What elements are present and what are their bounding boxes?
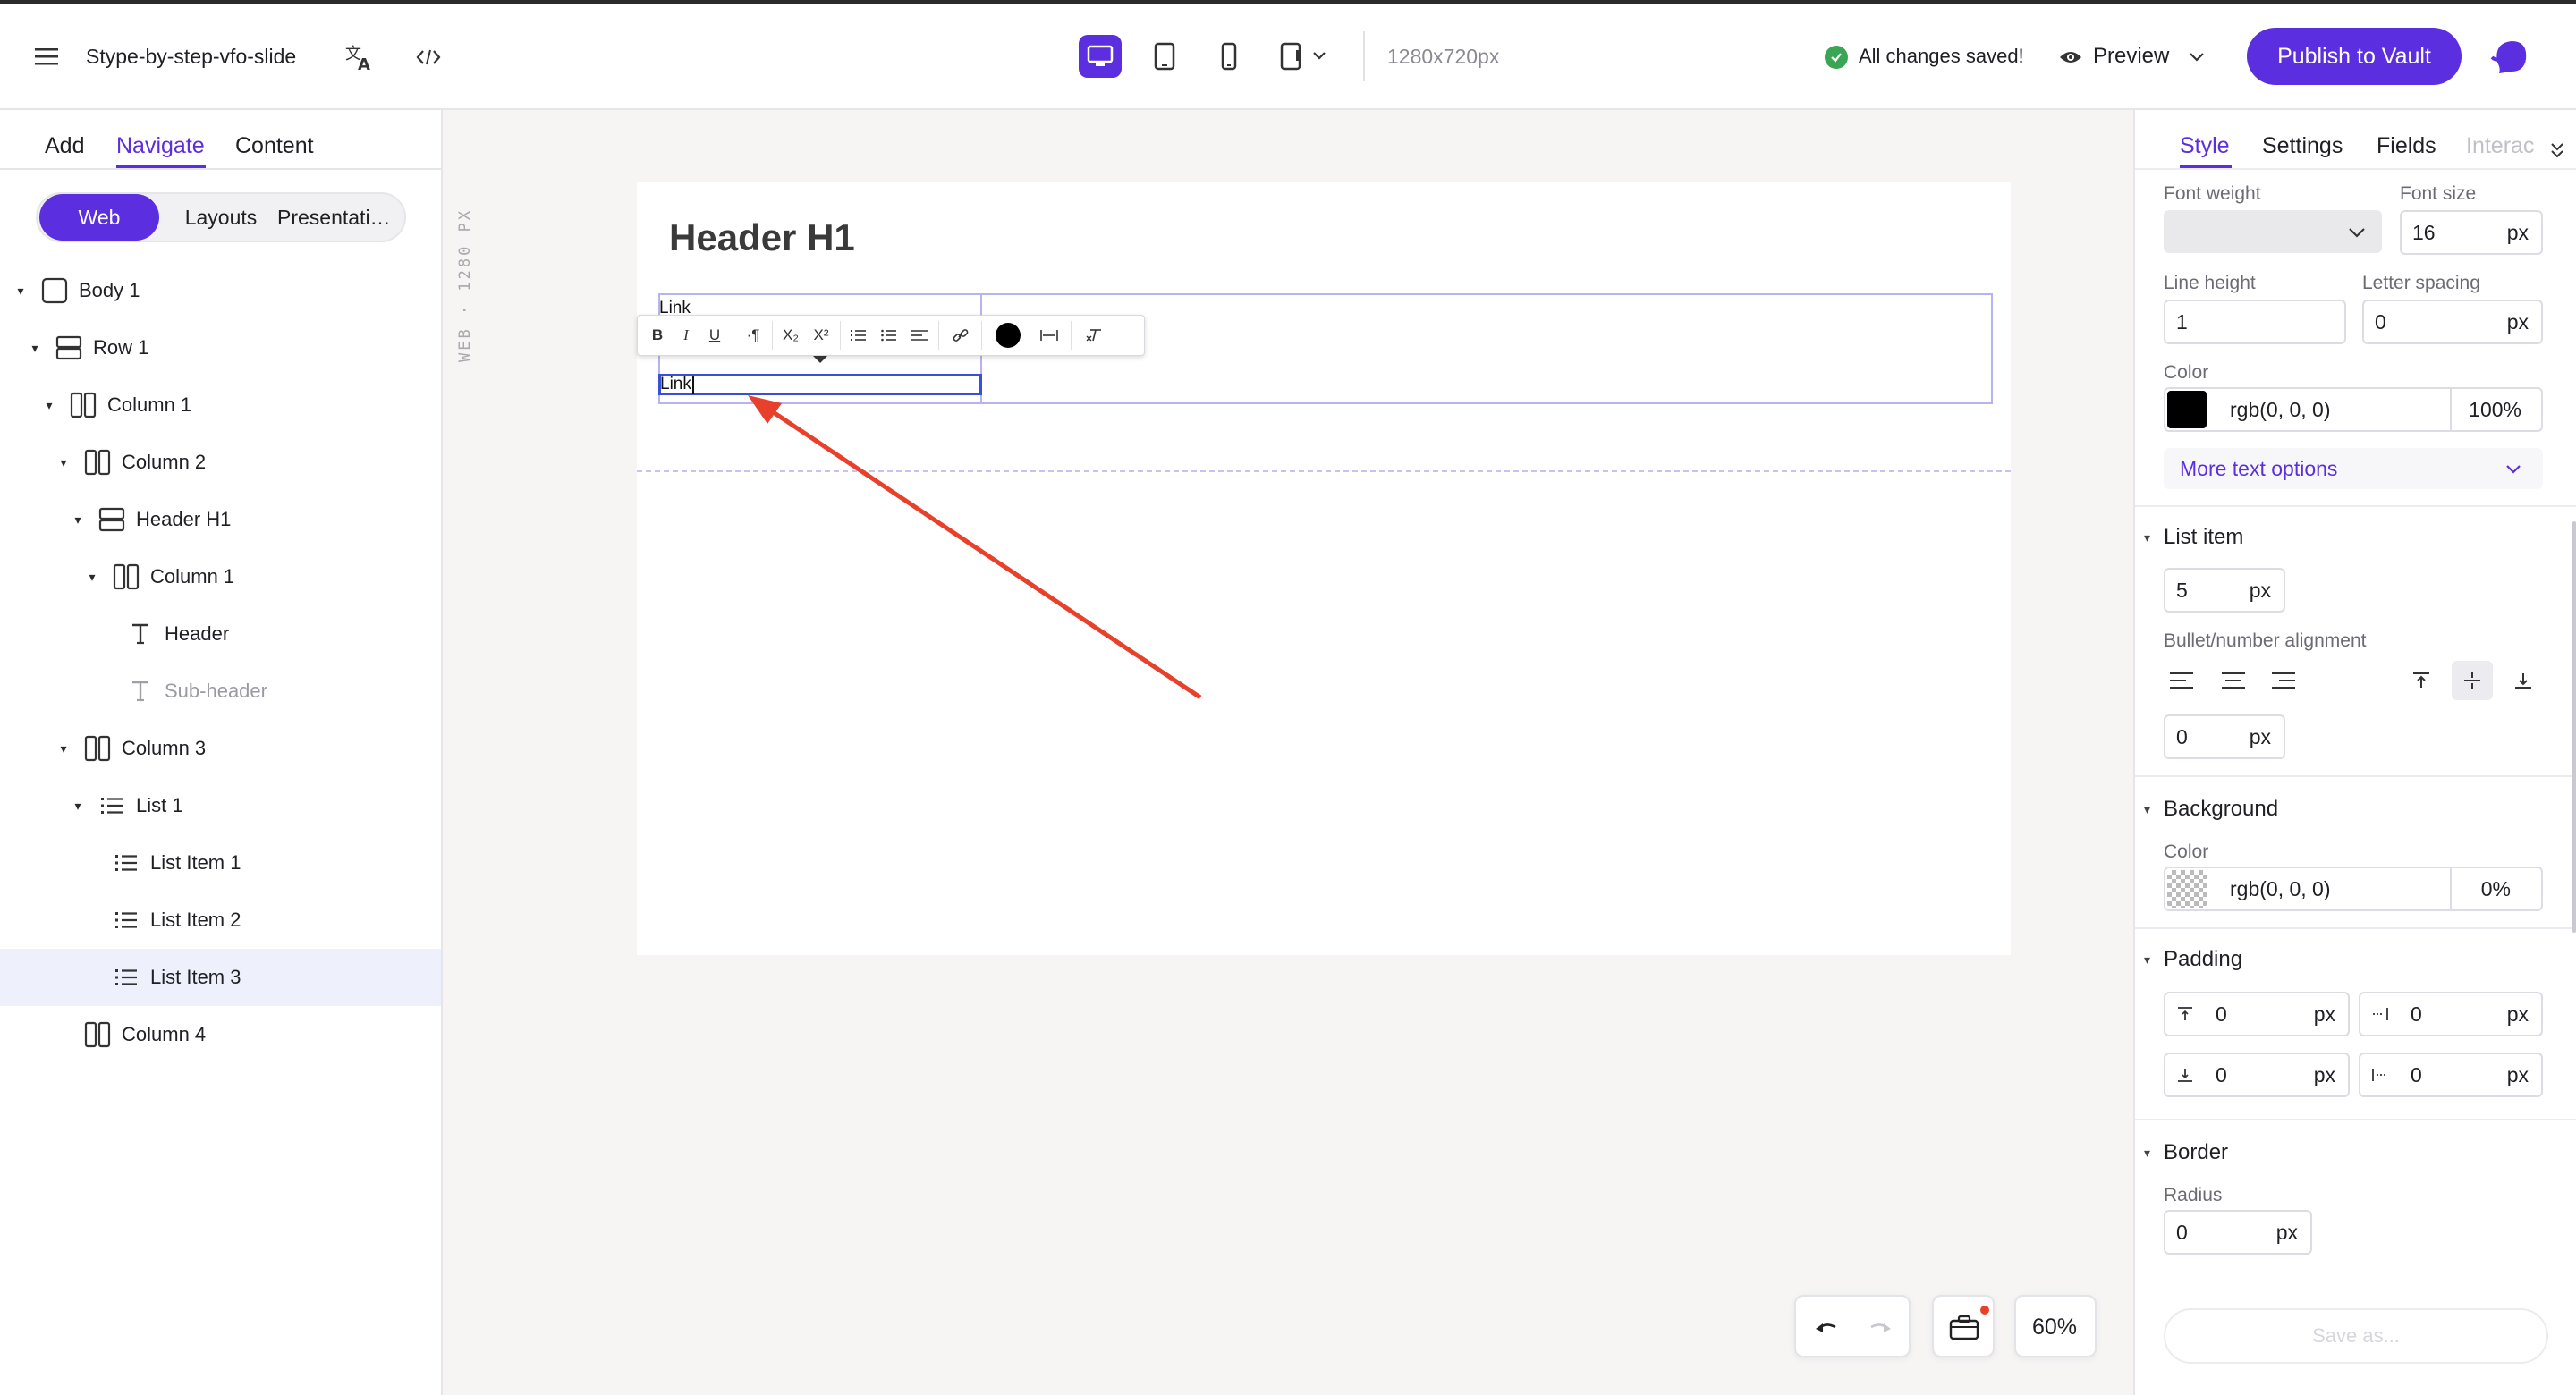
section-divider (2135, 775, 2576, 777)
unit-label: px (2506, 220, 2529, 244)
briefcase-icon[interactable] (1946, 1311, 1982, 1343)
caret-down-icon[interactable]: ▾ (2144, 952, 2150, 968)
align-right-icon[interactable] (2269, 666, 2298, 695)
font-size-value: 16 (2412, 220, 2436, 244)
line-height-input[interactable]: 1 (2164, 300, 2346, 344)
list-item-spacing-value: 5 (2176, 578, 2188, 602)
align-bottom-icon[interactable] (2509, 666, 2538, 695)
list-item-section-title[interactable]: List item (2164, 525, 2243, 550)
line-height-label: Line height (2164, 273, 2256, 293)
unit-label: px (2249, 724, 2271, 748)
unit-label: px (2506, 1062, 2529, 1086)
redo-icon[interactable] (1862, 1309, 1898, 1345)
section-divider (2135, 927, 2576, 929)
zoom-control[interactable]: 60% (2014, 1295, 2097, 1357)
padding-top-value: 0 (2216, 1002, 2227, 1026)
color-value[interactable]: rgb(0, 0, 0) (2230, 398, 2331, 422)
unit-label: px (2249, 578, 2271, 602)
field-divider (2450, 868, 2452, 909)
tab-fields[interactable]: Fields (2377, 133, 2436, 159)
field-divider (2450, 389, 2452, 430)
tab-interactions[interactable]: Interac (2466, 133, 2538, 159)
letter-spacing-label: Letter spacing (2362, 273, 2480, 293)
radius-label: Radius (2164, 1185, 2223, 1205)
padding-right-input[interactable]: 0 px (2359, 992, 2543, 1036)
notification-dot (1980, 1306, 1989, 1315)
padding-left-input[interactable]: 0 px (2359, 1053, 2543, 1097)
padding-bottom-input[interactable]: 0 px (2164, 1053, 2350, 1097)
chevron-down-icon (2349, 228, 2365, 238)
style-panel: Style Settings Fields Interac Font weigh… (2133, 110, 2576, 1395)
background-color-label: Color (2164, 841, 2209, 862)
letter-spacing-input[interactable]: 0 px (2362, 300, 2543, 344)
padding-bottom-value: 0 (2216, 1062, 2227, 1086)
zoom-level[interactable]: 60% (2032, 1315, 2077, 1340)
padding-top-icon (2178, 1007, 2192, 1020)
undo-icon[interactable] (1809, 1309, 1844, 1345)
double-chevron-down-icon[interactable] (2546, 137, 2568, 164)
background-color-value[interactable]: rgb(0, 0, 0) (2230, 877, 2331, 901)
unit-label: px (2313, 1002, 2335, 1026)
font-size-input[interactable]: 16 px (2400, 210, 2543, 255)
list-item-spacing-input[interactable]: 5 px (2164, 568, 2285, 613)
align-middle-icon[interactable] (2452, 661, 2493, 700)
unit-label: px (2275, 1220, 2298, 1244)
color-swatch[interactable] (2167, 391, 2207, 428)
unit-label: px (2313, 1062, 2335, 1086)
padding-left-icon (2372, 1069, 2387, 1081)
border-radius-value: 0 (2176, 1220, 2188, 1244)
font-size-label: Font size (2400, 183, 2477, 204)
padding-top-input[interactable]: 0 px (2164, 992, 2350, 1036)
padding-bottom-icon (2178, 1069, 2192, 1082)
font-weight-select[interactable] (2164, 210, 2382, 253)
line-height-value: 1 (2176, 309, 2188, 334)
padding-left-value: 0 (2411, 1062, 2422, 1086)
padding-right-value: 0 (2411, 1002, 2422, 1026)
save-as-label: Save as... (2312, 1324, 2400, 1347)
unit-label: px (2506, 1002, 2529, 1026)
panel-scrollbar[interactable] (2572, 521, 2576, 933)
text-color-field[interactable]: rgb(0, 0, 0) 100% (2164, 387, 2543, 432)
background-opacity[interactable]: 0% (2481, 877, 2511, 901)
section-divider (2135, 1119, 2576, 1120)
bullet-alignment-label: Bullet/number alignment (2164, 630, 2367, 651)
align-top-icon[interactable] (2407, 666, 2436, 695)
align-center-icon[interactable] (2219, 666, 2248, 695)
caret-down-icon[interactable]: ▾ (2144, 802, 2150, 817)
color-label: Color (2164, 362, 2209, 383)
font-weight-label: Font weight (2164, 183, 2261, 204)
border-section-title[interactable]: Border (2164, 1140, 2228, 1165)
assets-button[interactable] (1932, 1295, 1995, 1357)
background-section-title[interactable]: Background (2164, 797, 2278, 822)
letter-spacing-value: 0 (2375, 309, 2386, 334)
bullet-offset-value: 0 (2176, 724, 2188, 748)
chevron-down-icon (2506, 465, 2521, 474)
padding-section-title[interactable]: Padding (2164, 947, 2242, 972)
tab-style[interactable]: Style (2180, 133, 2230, 159)
section-divider (2135, 505, 2576, 507)
background-color-field[interactable]: rgb(0, 0, 0) 0% (2164, 867, 2543, 911)
transparent-swatch[interactable] (2167, 870, 2207, 908)
more-text-options-label: More text options (2180, 456, 2338, 480)
panel-divider (2135, 168, 2576, 170)
unit-label: px (2506, 309, 2529, 334)
caret-down-icon[interactable]: ▾ (2144, 1146, 2150, 1161)
more-text-options-toggle[interactable]: More text options (2164, 448, 2543, 489)
color-opacity[interactable]: 100% (2469, 398, 2521, 422)
tab-settings[interactable]: Settings (2262, 133, 2343, 159)
history-controls (1794, 1295, 1911, 1357)
caret-down-icon[interactable]: ▾ (2144, 530, 2150, 545)
save-as-button[interactable]: Save as... (2164, 1308, 2548, 1364)
padding-right-icon (2373, 1008, 2388, 1020)
align-left-icon[interactable] (2167, 666, 2196, 695)
border-radius-input[interactable]: 0 px (2164, 1210, 2312, 1255)
bullet-offset-input[interactable]: 0 px (2164, 714, 2285, 759)
